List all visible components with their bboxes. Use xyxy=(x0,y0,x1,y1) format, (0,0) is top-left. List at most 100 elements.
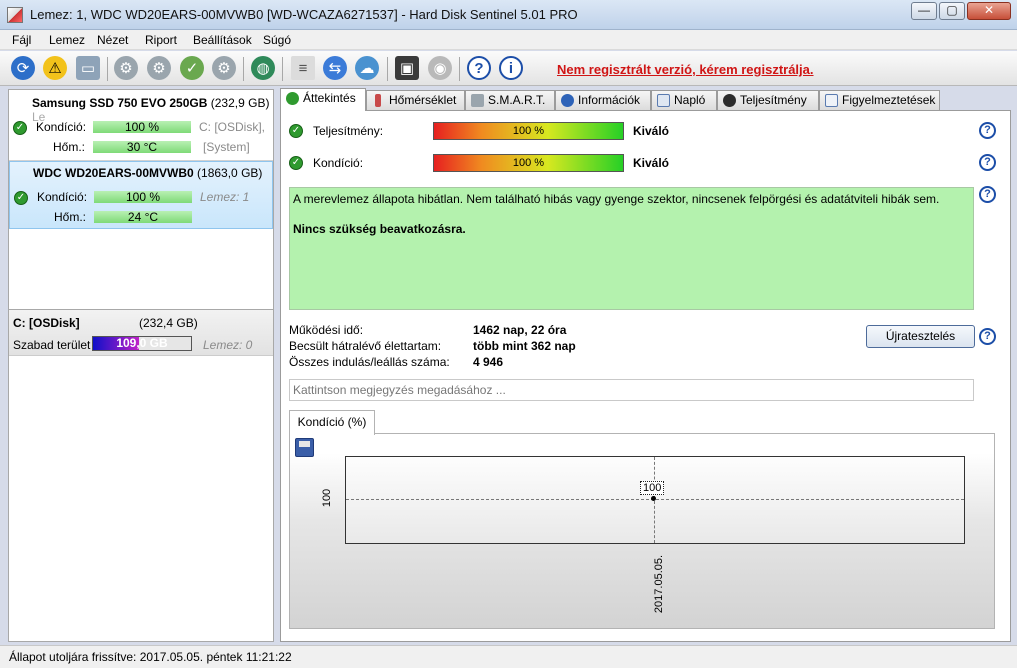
performance-bar: 100 % xyxy=(433,122,624,140)
disk-icon xyxy=(471,94,484,107)
disk-partition: C: [OSDisk], xyxy=(199,120,266,134)
tab-alerts[interactable]: Figyelmeztetések xyxy=(819,90,940,110)
tab-label: Figyelmeztetések xyxy=(842,93,936,107)
help-icon[interactable]: ? xyxy=(979,154,996,171)
menu-view[interactable]: Nézet xyxy=(97,33,128,47)
lifetime-value: több mint 362 nap xyxy=(473,339,576,353)
tab-label: S.M.A.R.T. xyxy=(488,93,546,107)
disk-name-text: Samsung SSD 750 EVO 250GB xyxy=(32,96,208,110)
note-input[interactable]: Kattintson megjegyzés megadásához ... xyxy=(289,379,974,401)
report-icon[interactable]: ≡ xyxy=(291,56,315,80)
tab-temperature[interactable]: Hőmérséklet xyxy=(366,90,465,110)
temp-label: Hőm.: xyxy=(53,140,86,154)
health-bar: 100 % xyxy=(94,191,192,203)
tab-smart[interactable]: S.M.A.R.T. xyxy=(465,90,555,110)
performance-label: Teljesítmény: xyxy=(313,124,384,138)
disk-ok-icon[interactable]: ✓ xyxy=(180,56,204,80)
cond-ok-icon: ✓ xyxy=(289,156,303,170)
recommended-action: Nincs szükség beavatkozásra. xyxy=(293,222,466,236)
info-icon xyxy=(561,94,574,107)
free-space-label: Szabad terület xyxy=(13,338,91,352)
tab-log[interactable]: Napló xyxy=(651,90,717,110)
disk-size: (232,9 GB) xyxy=(210,96,270,110)
menu-report[interactable]: Riport xyxy=(145,33,177,47)
globe-icon[interactable]: ◍ xyxy=(251,56,275,80)
monitor-icon[interactable]: ▣ xyxy=(395,56,419,80)
chart-data-point xyxy=(651,496,656,501)
disk-item-samsung[interactable]: Samsung SSD 750 EVO 250GB (232,9 GB) Le … xyxy=(9,90,273,161)
uptime-value: 1462 nap, 22 óra xyxy=(473,323,567,337)
disk-size: (1863,0 GB) xyxy=(197,166,263,180)
tab-overview[interactable]: Áttekintés xyxy=(280,88,366,111)
save-icon[interactable] xyxy=(295,438,314,457)
disk-test-icon[interactable]: ⚙ xyxy=(114,56,138,80)
surface-test-icon[interactable]: ⚙ xyxy=(147,56,171,80)
menu-help[interactable]: Súgó xyxy=(263,33,291,47)
temp-bar: 24 °C xyxy=(94,211,192,223)
condition-bar: 100 % xyxy=(433,154,624,172)
start-stop-label: Összes indulás/leállás száma: xyxy=(289,355,450,369)
maximize-button[interactable]: ▢ xyxy=(939,2,965,20)
disk-name: WDC WD20EARS-00MVWB0 (1863,0 GB) xyxy=(33,166,262,180)
alert-doc-icon xyxy=(825,94,838,107)
condition-rating: Kiváló xyxy=(633,156,670,170)
warning-icon[interactable]: ⚠ xyxy=(43,56,67,80)
help-icon[interactable]: ? xyxy=(979,328,996,345)
disk-tool-icon[interactable]: ⚙ xyxy=(212,56,236,80)
volume-disk-index: Lemez: 0 xyxy=(203,338,253,352)
tab-label: Hőmérséklet xyxy=(389,93,457,107)
network-icon[interactable]: ☁ xyxy=(355,56,379,80)
free-space-bar: 109,0 GB xyxy=(92,336,192,351)
temp-bar: 30 °C xyxy=(93,141,191,153)
chart-plot-area: 100 xyxy=(345,456,965,544)
chart-data-label: 100 xyxy=(640,481,665,495)
menu-bar: Fájl Lemez Nézet Riport Beállítások Súgó xyxy=(0,30,1017,50)
chart-x-tick: 2017.05.05. xyxy=(653,554,666,614)
volume-item[interactable]: C: [OSDisk] (232,4 GB) Szabad terület 10… xyxy=(9,310,273,356)
close-button[interactable]: ✕ xyxy=(967,2,1011,20)
drive-icon[interactable]: ▭ xyxy=(76,56,100,80)
uptime-label: Működési idő: xyxy=(289,323,364,337)
menu-file[interactable]: Fájl xyxy=(12,33,31,47)
tab-condition-chart[interactable]: Kondíció (%) xyxy=(289,410,375,435)
disk-item-wdc[interactable]: WDC WD20EARS-00MVWB0 (1863,0 GB) ✓ Kondí… xyxy=(9,161,273,229)
log-icon xyxy=(657,94,670,107)
start-stop-value: 4 946 xyxy=(473,355,504,369)
check-icon xyxy=(286,92,299,105)
free-space-value: 109,0 GB xyxy=(116,336,168,350)
condition-chart: 100 100 2017.05.05. xyxy=(289,433,995,629)
registration-link[interactable]: Nem regisztrált verzió, kérem regisztrál… xyxy=(557,62,814,77)
help-icon[interactable]: ? xyxy=(979,186,996,203)
help-icon[interactable]: ? xyxy=(467,56,491,80)
sound-icon[interactable]: ◉ xyxy=(428,56,452,80)
performance-rating: Kiváló xyxy=(633,124,670,138)
disk-index: Lemez: 1 xyxy=(200,190,250,204)
status-message: A merevlemez állapota hibátlan. Nem talá… xyxy=(293,192,940,206)
thermometer-icon xyxy=(375,94,381,107)
ok-check-icon: ✓ xyxy=(13,121,27,135)
toolbar: ⟳ ⚠ ▭ ⚙ ⚙ ✓ ⚙ ◍ ≡ ⇆ ☁ ▣ ◉ ? i Nem regisz… xyxy=(0,51,1017,86)
lifetime-label: Becsült hátralévő élettartam: xyxy=(289,339,442,353)
sync-icon[interactable]: ⇆ xyxy=(323,56,347,80)
tab-information[interactable]: Információk xyxy=(555,90,651,110)
chart-y-tick: 100 xyxy=(321,488,334,508)
tab-performance[interactable]: Teljesítmény xyxy=(717,90,819,110)
overview-panel: ✓ Teljesítmény: 100 % Kiváló ? ✓ Kondíci… xyxy=(280,110,1011,642)
volume-panel: C: [OSDisk] (232,4 GB) Szabad terület 10… xyxy=(8,309,274,642)
tab-label: Információk xyxy=(578,93,641,107)
status-message-box: A merevlemez állapota hibátlan. Nem talá… xyxy=(289,187,974,310)
condition-label: Kondíció: xyxy=(313,156,364,170)
help-icon[interactable]: ? xyxy=(979,122,996,139)
volume-size: (232,4 GB) xyxy=(139,316,198,330)
gauge-icon xyxy=(723,94,736,107)
tab-label: Napló xyxy=(674,93,706,107)
retest-button[interactable]: Újratesztelés xyxy=(866,325,975,348)
menu-settings[interactable]: Beállítások xyxy=(193,33,252,47)
app-icon xyxy=(7,7,23,23)
info-icon[interactable]: i xyxy=(499,56,523,80)
refresh-icon[interactable]: ⟳ xyxy=(11,56,35,80)
perf-ok-icon: ✓ xyxy=(289,124,303,138)
menu-disk[interactable]: Lemez xyxy=(49,33,85,47)
tab-label: Teljesítmény xyxy=(740,93,807,107)
minimize-button[interactable]: — xyxy=(911,2,937,20)
